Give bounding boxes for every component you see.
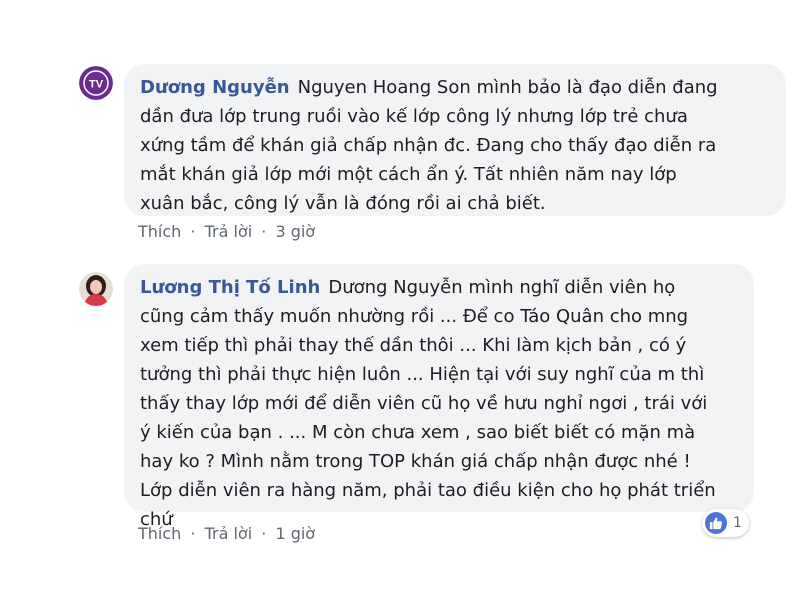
reaction-badge[interactable]: 1: [702, 509, 749, 537]
reply-link[interactable]: Trả lời: [205, 222, 253, 241]
avatar[interactable]: TV: [79, 66, 113, 100]
comment-text: Nguyen Hoang Son mình bảo là đạo diễn đa…: [297, 77, 718, 98]
comment-text: dần đưa lớp trung ruồi vào kế lớp công l…: [140, 106, 688, 127]
comment-line: Lương Thị Tố Linh Dương Nguyễn mình nghĩ …: [140, 273, 738, 302]
comment-text: ý kiến của bạn . ... M còn chưa xem , sa…: [140, 422, 696, 443]
avatar-logo-text: TV: [89, 79, 104, 91]
comment-text: xem tiếp thì phải thay thế dần thôi ... …: [140, 335, 687, 356]
thumbs-up-icon: [705, 512, 727, 534]
like-link[interactable]: Thích: [138, 222, 181, 241]
comment-actions: Thích · Trả lời · 3 giờ: [138, 222, 315, 241]
comment-text: cũng cảm thấy muốn nhường rồi ... Để co …: [140, 306, 689, 327]
comment-text: hay ko ? Mình nằm trong TOP khán giá chấ…: [140, 451, 691, 472]
like-link[interactable]: Thích: [138, 524, 181, 543]
comment-author[interactable]: Dương Nguyễn: [140, 77, 290, 98]
separator: ·: [190, 524, 196, 543]
comment-text: xuân bắc, công lý vẫn là đóng rồi ai chả…: [140, 193, 546, 214]
comment-timestamp[interactable]: 1 giờ: [275, 524, 315, 543]
comment-text: Lớp diễn viên ra hàng năm, phải tao điều…: [140, 480, 716, 501]
comment-text: tưởng thì phải thực hiện luôn ... Hiện t…: [140, 364, 705, 385]
comment-line: Dương Nguyễn Nguyen Hoang Son mình bảo là…: [140, 73, 770, 102]
comment-actions: Thích · Trả lời · 1 giờ: [138, 524, 315, 543]
reply-link[interactable]: Trả lời: [205, 524, 253, 543]
comment-text: Dương Nguyễn mình nghĩ diễn viên họ: [328, 277, 676, 298]
comment-text: thấy thay lớp mới để diễn viên cũ họ về …: [140, 393, 708, 414]
comment-text: mắt khán giả lớp mới một cách ẩn ý. Tất …: [140, 164, 677, 185]
avatar[interactable]: [79, 272, 113, 306]
separator: ·: [261, 222, 267, 241]
separator: ·: [190, 222, 196, 241]
reaction-count: 1: [733, 515, 742, 531]
comment-timestamp[interactable]: 3 giờ: [275, 222, 315, 241]
comment-bubble: Dương Nguyễn Nguyen Hoang Son mình bảo là…: [124, 64, 786, 216]
separator: ·: [261, 524, 267, 543]
comment-text: xứng tầm để khán giả chấp nhận đc. Đang …: [140, 135, 717, 156]
comment-author[interactable]: Lương Thị Tố Linh: [140, 277, 320, 298]
comment-bubble: Lương Thị Tố Linh Dương Nguyễn mình nghĩ …: [124, 264, 754, 530]
